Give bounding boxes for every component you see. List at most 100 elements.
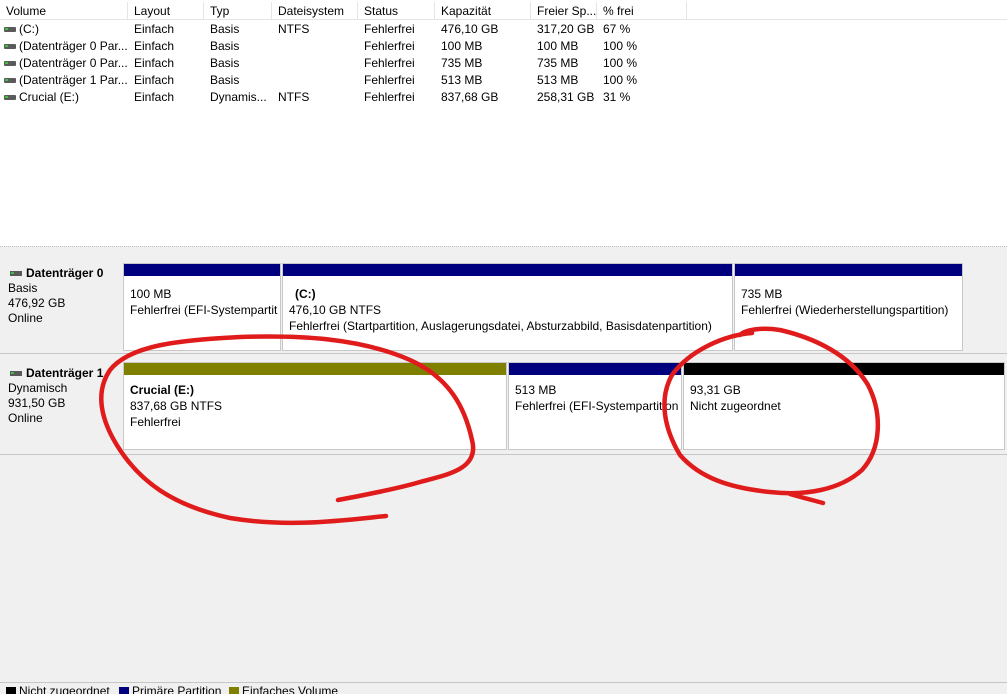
disk-graphical-view: Datenträger 0 Basis 476,92 GB Online 100… [0, 252, 1007, 682]
partition-details: 93,31 GB Nicht zugeordnet [690, 382, 1002, 414]
volume-name: Crucial (E:) [19, 90, 80, 104]
volume-layout: Einfach [134, 73, 175, 87]
partition-status: Fehlerfrei [130, 415, 181, 429]
partition-disk1-crucial-e[interactable]: Crucial (E:) 837,68 GB NTFS Fehlerfrei [123, 362, 507, 450]
volume-capacity: 513 MB [441, 73, 483, 87]
column-header-volume[interactable]: Volume [0, 2, 128, 20]
partition-size: 100 MB [130, 287, 172, 301]
partition-bar-simple-volume [124, 363, 506, 375]
column-header-status[interactable]: Status [358, 2, 435, 20]
volume-free: 258,31 GB [537, 90, 595, 104]
partition-bar-unallocated [684, 363, 1004, 375]
disk-1-type: Dynamisch [8, 381, 68, 395]
volume-status: Fehlerfrei [364, 73, 415, 87]
legend-label: Einfaches Volume [242, 684, 339, 694]
volume-layout: Einfach [134, 56, 175, 70]
drive-icon [4, 44, 16, 49]
disk-0-size: 476,92 GB [8, 296, 66, 310]
disk-icon [10, 271, 22, 276]
volume-status: Fehlerfrei [364, 39, 415, 53]
legend-swatch [229, 687, 239, 694]
legend-label: Primäre Partition [132, 684, 222, 694]
drive-icon [4, 95, 16, 100]
partition-size: 93,31 GB [690, 383, 741, 397]
volume-row-disk0-part1[interactable]: (Datenträger 0 Par... Einfach Basis Fehl… [0, 38, 690, 55]
volume-typ: Basis [210, 56, 240, 70]
disk-1-state: Online [8, 411, 43, 425]
column-header-dateisystem[interactable]: Dateisystem [272, 2, 358, 20]
volume-capacity: 100 MB [441, 39, 483, 53]
legend-item-unallocated: Nicht zugeordnet [6, 685, 110, 694]
partition-bar-primary [283, 264, 732, 276]
column-header-freier-speicher[interactable]: Freier Sp... [531, 2, 597, 20]
partition-name: Crucial (E:) [130, 383, 195, 397]
legend: Nicht zugeordnet Primäre Partition Einfa… [0, 682, 1007, 694]
volume-fs: NTFS [278, 22, 310, 36]
disk-row-0[interactable]: Datenträger 0 Basis 476,92 GB Online 100… [0, 252, 1007, 354]
partition-size: 735 MB [741, 287, 783, 301]
disk-0-info[interactable]: Datenträger 0 Basis 476,92 GB Online [0, 266, 120, 326]
disk-1-title-wrap: Datenträger 1 [8, 366, 120, 381]
volume-free: 735 MB [537, 56, 579, 70]
volume-status: Fehlerfrei [364, 56, 415, 70]
volume-pct-free: 100 % [603, 73, 638, 87]
volume-pct-free: 67 % [603, 22, 631, 36]
volume-row-disk1-part[interactable]: (Datenträger 1 Par... Einfach Basis Fehl… [0, 72, 690, 89]
partition-details: Crucial (E:) 837,68 GB NTFS Fehlerfrei [130, 382, 504, 430]
legend-item-primary: Primäre Partition [119, 685, 221, 694]
disk-0-title: Datenträger 0 [26, 266, 104, 280]
partition-disk0-efi[interactable]: 100 MB Fehlerfrei (EFI-Systempartit [123, 263, 281, 351]
partition-disk1-efi[interactable]: 513 MB Fehlerfrei (EFI-Systempartition [508, 362, 682, 450]
disk-icon [10, 371, 22, 376]
legend-label: Nicht zugeordnet [19, 684, 110, 694]
partition-bar-primary [735, 264, 962, 276]
volume-free: 513 MB [537, 73, 579, 87]
drive-icon [4, 78, 16, 83]
volume-row-crucial-e[interactable]: Crucial (E:) Einfach Dynamis... NTFS Feh… [0, 89, 690, 106]
partition-bar-primary [509, 363, 681, 375]
column-header-layout[interactable]: Layout [128, 2, 204, 20]
partition-size: 837,68 GB NTFS [130, 399, 223, 413]
partition-details: (C:) 476,10 GB NTFS Fehlerfrei (Startpar… [289, 286, 730, 334]
volume-layout: Einfach [134, 39, 175, 53]
disk-1-info[interactable]: Datenträger 1 Dynamisch 931,50 GB Online [0, 366, 120, 426]
disk-1-size: 931,50 GB [8, 396, 66, 410]
volume-pct-free: 100 % [603, 39, 638, 53]
volume-capacity: 837,68 GB [441, 90, 499, 104]
volume-row-c[interactable]: (C:) Einfach Basis NTFS Fehlerfrei 476,1… [0, 21, 690, 38]
volume-list[interactable]: Volume Layout Typ Dateisystem Status Kap… [0, 0, 1007, 248]
volume-capacity: 476,10 GB [441, 22, 499, 36]
column-header-typ[interactable]: Typ [204, 2, 272, 20]
volume-typ: Basis [210, 39, 240, 53]
column-header-kapazitaet[interactable]: Kapazität [435, 2, 531, 20]
partition-status: Fehlerfrei (EFI-Systempartition [515, 399, 679, 413]
volume-list-header: Volume Layout Typ Dateisystem Status Kap… [0, 2, 1007, 20]
legend-swatch [6, 687, 16, 694]
volume-row-disk0-part2[interactable]: (Datenträger 0 Par... Einfach Basis Fehl… [0, 55, 690, 72]
partition-status: Nicht zugeordnet [690, 399, 781, 413]
partition-status: Fehlerfrei (Startpartition, Auslagerungs… [289, 319, 712, 333]
volume-typ: Dynamis... [210, 90, 267, 104]
partition-disk1-unallocated[interactable]: 93,31 GB Nicht zugeordnet [683, 362, 1005, 450]
partition-details: 735 MB Fehlerfrei (Wiederherstellungspar… [741, 286, 960, 318]
partition-details: 513 MB Fehlerfrei (EFI-Systempartition [515, 382, 679, 414]
partition-details: 100 MB Fehlerfrei (EFI-Systempartit [130, 286, 278, 318]
volume-name: (Datenträger 0 Par... [19, 56, 127, 70]
disk-row-1[interactable]: Datenträger 1 Dynamisch 931,50 GB Online… [0, 354, 1007, 455]
column-header-prozent-frei[interactable]: % frei [597, 2, 687, 20]
volume-layout: Einfach [134, 90, 175, 104]
partition-disk0-recovery[interactable]: 735 MB Fehlerfrei (Wiederherstellungspar… [734, 263, 963, 351]
legend-swatch [119, 687, 129, 694]
volume-status: Fehlerfrei [364, 90, 415, 104]
volume-typ: Basis [210, 22, 240, 36]
volume-free: 317,20 GB [537, 22, 595, 36]
disk-0-title-wrap: Datenträger 0 [8, 266, 120, 281]
volume-free: 100 MB [537, 39, 579, 53]
volume-name: (Datenträger 0 Par... [19, 39, 127, 53]
partition-size: 476,10 GB NTFS [289, 303, 382, 317]
volume-capacity: 735 MB [441, 56, 483, 70]
volume-pct-free: 31 % [603, 90, 631, 104]
partition-disk0-c[interactable]: (C:) 476,10 GB NTFS Fehlerfrei (Startpar… [282, 263, 733, 351]
partition-bar-primary [124, 264, 280, 276]
partition-name: (C:) [295, 287, 316, 301]
